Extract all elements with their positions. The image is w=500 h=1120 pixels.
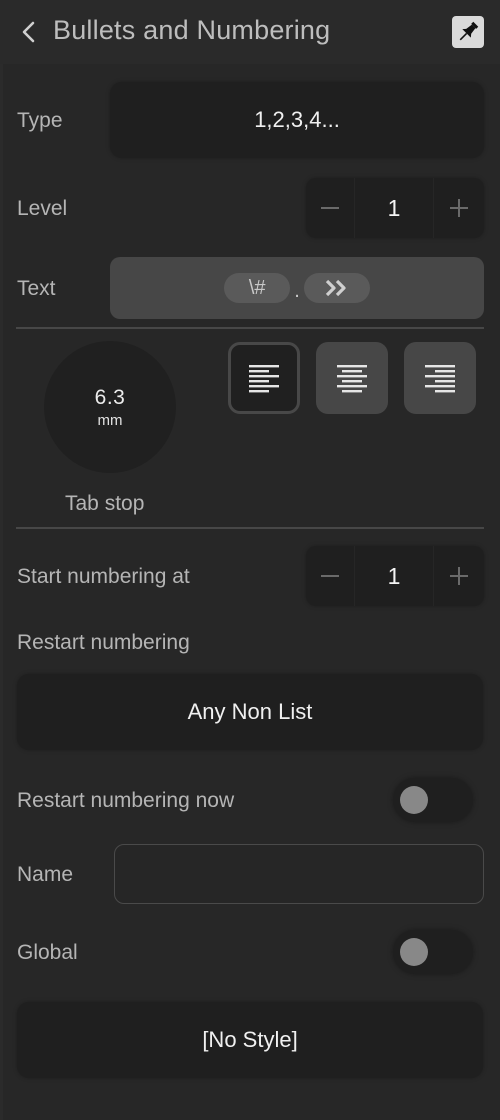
toggle-knob [400, 938, 428, 966]
start-numbering-decrement-button[interactable] [306, 546, 354, 606]
level-value[interactable]: 1 [354, 178, 434, 238]
name-label: Name [17, 863, 74, 886]
panel-title: Bullets and Numbering [53, 15, 331, 45]
start-numbering-label: Start numbering at [17, 565, 190, 588]
text-format-field[interactable]: \# . [110, 257, 484, 319]
style-select[interactable]: [No Style] [17, 1002, 483, 1078]
level-increment-button[interactable] [434, 178, 484, 238]
style-value: [No Style] [202, 1027, 298, 1052]
bullets-and-numbering-panel: Bullets and Numbering Type 1,2,3,4... Le… [0, 0, 500, 1120]
type-value: 1,2,3,4... [254, 107, 340, 132]
restart-numbering-select[interactable]: Any Non List [17, 674, 483, 750]
minus-icon [321, 207, 339, 209]
text-label: Text [17, 277, 56, 300]
align-right-icon [425, 365, 455, 393]
chevron-left-icon [22, 21, 35, 43]
global-label: Global [17, 941, 78, 964]
panel-header: Bullets and Numbering [0, 0, 500, 64]
align-left-icon [249, 365, 279, 393]
tab-token[interactable] [303, 273, 370, 303]
start-numbering-stepper: 1 [306, 546, 484, 606]
restart-numbering-label: Restart numbering [17, 631, 190, 654]
panel-edge [0, 64, 3, 1120]
start-numbering-value[interactable]: 1 [354, 546, 434, 606]
double-chevron-right-icon [325, 279, 346, 297]
type-label: Type [17, 109, 63, 132]
level-stepper: 1 [306, 178, 484, 238]
start-numbering-increment-button[interactable] [434, 546, 484, 606]
divider [16, 327, 484, 329]
restart-now-label: Restart numbering now [17, 789, 235, 812]
plus-icon [450, 199, 468, 217]
divider [16, 527, 484, 529]
align-center-button[interactable] [316, 342, 388, 414]
restart-now-toggle[interactable] [393, 778, 473, 822]
level-decrement-button[interactable] [306, 178, 354, 238]
restart-numbering-value: Any Non List [187, 699, 313, 724]
global-toggle[interactable] [393, 930, 473, 974]
name-input[interactable] [114, 844, 484, 904]
type-select[interactable]: 1,2,3,4... [110, 82, 484, 158]
pin-button[interactable] [452, 16, 484, 48]
pushpin-icon [459, 21, 479, 41]
separator-text: . [294, 279, 300, 302]
number-token[interactable]: \# [224, 273, 291, 303]
tab-stop-label: Tab stop [65, 492, 145, 515]
align-center-icon [337, 365, 367, 393]
align-right-button[interactable] [404, 342, 476, 414]
level-label: Level [17, 197, 68, 220]
toggle-knob [400, 786, 428, 814]
plus-icon [450, 567, 468, 585]
tab-stop-dial[interactable]: 6.3 mm [44, 341, 176, 473]
align-left-button[interactable] [228, 342, 300, 414]
tab-stop-unit: mm [97, 411, 123, 429]
back-button[interactable] [18, 18, 40, 46]
minus-icon [321, 575, 339, 577]
tab-stop-value: 6.3 [94, 385, 126, 409]
